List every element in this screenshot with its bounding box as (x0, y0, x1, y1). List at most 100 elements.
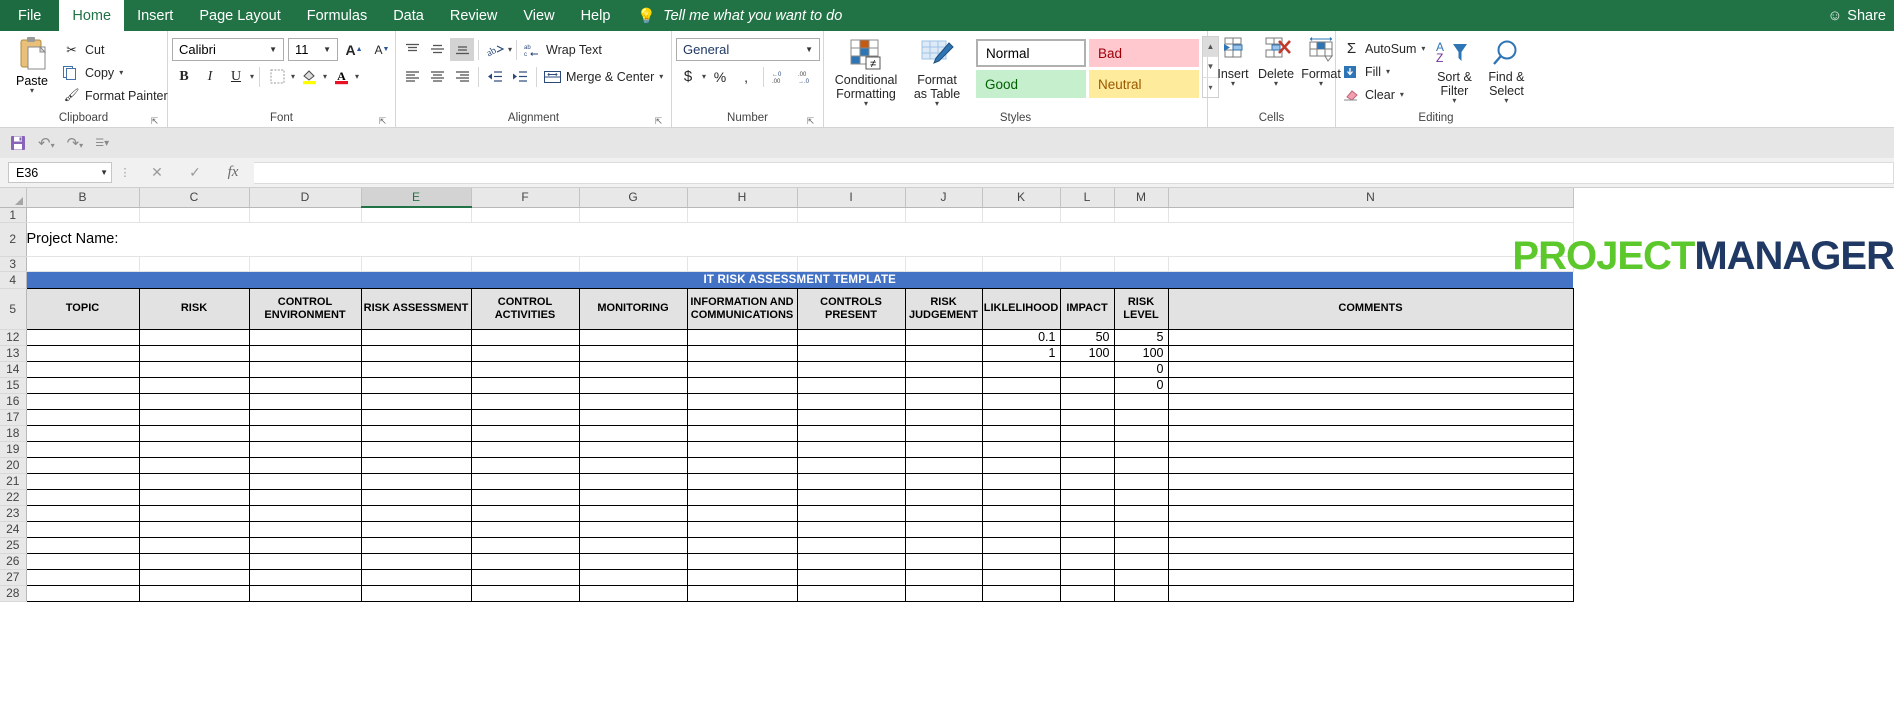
cell[interactable] (138, 488, 250, 506)
cell[interactable] (360, 520, 472, 538)
row-header-26[interactable]: 26 (0, 553, 27, 570)
column-title-comments[interactable]: COMMENTS (1167, 287, 1574, 330)
cell[interactable] (1059, 472, 1115, 490)
cell[interactable] (1167, 504, 1574, 522)
chevron-down-icon[interactable]: ▾ (1386, 67, 1390, 75)
cell[interactable] (981, 440, 1061, 458)
cell[interactable] (904, 328, 983, 346)
cell[interactable] (139, 256, 250, 272)
cell[interactable] (138, 392, 250, 410)
cell[interactable] (1113, 488, 1169, 506)
cell[interactable] (360, 568, 472, 586)
cell[interactable] (1060, 207, 1115, 223)
cell[interactable] (25, 488, 140, 506)
cell[interactable] (981, 408, 1061, 426)
format-as-table-button[interactable]: Format as Table ▾ (904, 36, 970, 109)
cell[interactable] (249, 256, 362, 272)
cell[interactable] (578, 424, 688, 442)
cell[interactable] (138, 568, 250, 586)
cell[interactable] (361, 207, 472, 223)
align-center-button[interactable] (425, 65, 449, 88)
cell[interactable] (904, 392, 983, 410)
cell[interactable] (360, 536, 472, 554)
cell-style-normal[interactable]: Normal (976, 39, 1086, 67)
cell[interactable] (1113, 392, 1169, 410)
cell[interactable] (796, 440, 906, 458)
column-header-b[interactable]: B (26, 188, 140, 208)
cell[interactable] (248, 440, 362, 458)
cell[interactable] (904, 360, 983, 378)
cell[interactable] (687, 207, 798, 223)
column-header-e[interactable]: E (361, 188, 472, 208)
column-title-controls-present[interactable]: CONTROLS PRESENT (796, 287, 906, 330)
cell[interactable] (1167, 408, 1574, 426)
cell[interactable] (360, 328, 472, 346)
chevron-down-icon[interactable]: ▾ (291, 72, 295, 80)
cell[interactable] (25, 536, 140, 554)
cell[interactable] (249, 207, 362, 223)
cell[interactable] (686, 456, 798, 474)
cell[interactable] (138, 344, 250, 362)
cell[interactable] (1167, 344, 1574, 362)
cell[interactable] (981, 488, 1061, 506)
wrap-text-button[interactable]: ab c Wrap Text (521, 38, 605, 61)
cell[interactable] (686, 472, 798, 490)
row-header-3[interactable]: 3 (0, 256, 27, 272)
cell[interactable] (797, 256, 906, 272)
cell[interactable] (248, 424, 362, 442)
undo-icon[interactable]: ↶▾ (38, 134, 55, 152)
cell[interactable] (138, 504, 250, 522)
cell[interactable] (797, 207, 906, 223)
project-name-cell[interactable]: Project Name: (26, 222, 1574, 257)
cell[interactable] (1167, 488, 1574, 506)
cell[interactable] (1167, 456, 1574, 474)
cell[interactable] (25, 408, 140, 426)
column-title-liklelihood[interactable]: LIKLELIHOOD (981, 287, 1061, 330)
cell[interactable] (138, 408, 250, 426)
cell[interactable] (982, 256, 1061, 272)
decrease-font-size-button[interactable]: A ▼ (370, 38, 394, 61)
align-right-button[interactable] (450, 65, 474, 88)
cell[interactable] (1059, 552, 1115, 570)
cell[interactable] (1167, 376, 1574, 394)
increase-decimal-button[interactable]: ←0.00 (769, 65, 793, 88)
cell[interactable] (982, 207, 1061, 223)
cell[interactable] (360, 552, 472, 570)
share-button[interactable]: ☺ Share (1827, 0, 1886, 31)
cell[interactable] (1113, 408, 1169, 426)
cell[interactable] (1167, 392, 1574, 410)
cell[interactable] (138, 360, 250, 378)
cell[interactable] (904, 344, 983, 362)
column-header-i[interactable]: I (797, 188, 906, 208)
column-title-risk[interactable]: RISK (138, 287, 250, 330)
select-all-corner[interactable] (0, 188, 27, 208)
font-name-combo[interactable]: Calibri ▼ (172, 38, 284, 61)
chevron-down-icon[interactable]: ▾ (355, 72, 359, 80)
table-title-banner[interactable]: IT RISK ASSESSMENT TEMPLATE (26, 271, 1573, 288)
cell[interactable] (796, 584, 906, 602)
cell[interactable] (687, 256, 798, 272)
cell-style-good[interactable]: Good (976, 70, 1086, 98)
cell[interactable] (686, 520, 798, 538)
cell[interactable] (904, 472, 983, 490)
align-middle-button[interactable] (425, 38, 449, 61)
cell[interactable]: 0 (1113, 360, 1169, 378)
column-header-k[interactable]: K (982, 188, 1061, 208)
percent-button[interactable]: % (708, 65, 732, 88)
column-header-c[interactable]: C (139, 188, 250, 208)
cell[interactable] (138, 376, 250, 394)
cell[interactable] (578, 392, 688, 410)
cell[interactable] (981, 568, 1061, 586)
cell[interactable] (1113, 504, 1169, 522)
save-icon[interactable] (10, 135, 26, 151)
column-header-f[interactable]: F (471, 188, 580, 208)
row-header-23[interactable]: 23 (0, 505, 27, 522)
cell[interactable] (1113, 472, 1169, 490)
cell[interactable] (904, 376, 983, 394)
font-color-button[interactable]: A (329, 65, 353, 88)
name-box[interactable]: E36 ▼ (8, 162, 112, 183)
cell[interactable] (248, 584, 362, 602)
paste-button[interactable]: Paste ▾ (4, 34, 60, 107)
cell[interactable] (470, 344, 580, 362)
cell[interactable] (686, 568, 798, 586)
